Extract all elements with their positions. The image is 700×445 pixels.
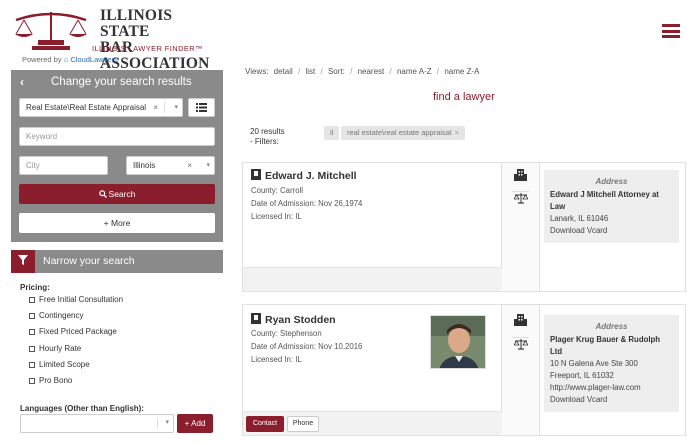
contact-button[interactable]: Contact <box>246 416 284 432</box>
lawyer-card: Edward J. Mitchell County: Carroll Date … <box>242 162 686 292</box>
pricing-checkbox[interactable]: Limited Scope <box>29 360 90 369</box>
lawyer-info: Edward J. Mitchell County: Carroll Date … <box>243 163 502 291</box>
filter-tag-state[interactable]: il <box>324 126 340 140</box>
pricing-checkbox[interactable]: Fixed Priced Package <box>29 327 117 336</box>
clear-state-icon[interactable]: × <box>187 157 192 174</box>
lawyer-admission: Date of Admission: Nov 10,2016 <box>251 342 363 351</box>
scales-icon[interactable] <box>512 191 529 207</box>
lawyer-info: Ryan Stodden County: Stephenson Date of … <box>243 305 502 435</box>
building-icon[interactable] <box>512 168 529 184</box>
search-panel-header: ‹ Change your search results <box>11 70 223 94</box>
languages-label: Languages (Other than English): <box>20 404 145 413</box>
logo-title: ILLINOIS STATE BAR ASSOCIATION <box>100 7 210 72</box>
sort-name-az-link[interactable]: name A-Z <box>397 67 432 76</box>
lawyer-photo[interactable] <box>430 315 486 369</box>
bookmark-icon[interactable] <box>251 313 261 324</box>
views-sort-toolbar: Views: detail / list / Sort: / nearest /… <box>245 67 480 76</box>
scales-logo-icon <box>15 12 87 50</box>
powered-by: Powered by ⌂ CloudLawyers <box>22 55 118 64</box>
city-input[interactable]: City <box>19 156 108 175</box>
filter-icon <box>11 250 35 273</box>
back-chevron-icon[interactable]: ‹ <box>20 70 24 94</box>
sort-nearest-link[interactable]: nearest <box>358 67 385 76</box>
more-button[interactable]: + More <box>19 213 215 233</box>
bookmark-icon[interactable] <box>251 169 261 180</box>
languages-select[interactable]: ▾ <box>20 414 174 433</box>
search-icon <box>98 190 107 198</box>
chevron-down-icon[interactable]: ▾ <box>174 99 178 116</box>
narrow-search-header[interactable]: Narrow your search <box>11 250 223 273</box>
lawyer-card: Ryan Stodden County: Stephenson Date of … <box>242 304 686 436</box>
building-icon[interactable] <box>512 313 529 329</box>
address-line: 10 N Galena Ave Ste 300 <box>550 359 638 368</box>
lawyer-name[interactable]: Ryan Stodden <box>251 313 336 326</box>
remove-filter-icon[interactable]: × <box>455 128 459 137</box>
search-panel-title: Change your search results <box>51 76 192 88</box>
list-icon <box>196 103 207 112</box>
pricing-checkbox[interactable]: Contingency <box>29 311 83 320</box>
website-link[interactable]: http://www.plager-law.com <box>550 382 673 394</box>
address-box: Address Edward J Mitchell Attorney at La… <box>544 170 679 243</box>
state-select[interactable]: Illinois × ▾ <box>126 156 215 175</box>
pricing-label: Pricing: <box>20 283 50 292</box>
firm-name: Edward J Mitchell Attorney at Law <box>550 190 659 211</box>
pricing-checkbox[interactable]: Hourly Rate <box>29 344 81 353</box>
lawyer-licensed: Licensed In: IL <box>251 212 302 221</box>
card-icon-column <box>502 305 540 435</box>
cloudlawyers-link[interactable]: ⌂ CloudLawyers <box>64 55 118 64</box>
search-button[interactable]: Search <box>19 184 215 204</box>
isba-logo[interactable]: ILLINOIS STATE BAR ASSOCIATION ILLINOIS … <box>12 6 222 72</box>
pricing-checkbox[interactable]: Pro Bono <box>29 376 72 385</box>
card-action-bar <box>243 267 502 291</box>
lawyer-name[interactable]: Edward J. Mitchell <box>251 169 357 182</box>
lawyer-county: County: Carroll <box>251 186 303 195</box>
add-language-button[interactable]: + Add <box>177 414 213 433</box>
page-title: find a lawyer <box>433 91 495 103</box>
chevron-down-icon[interactable]: ▾ <box>206 157 210 174</box>
narrow-search-title: Narrow your search <box>43 255 135 267</box>
category-select[interactable]: Real Estate\Real Estate Appraisal × ▾ <box>19 98 183 117</box>
card-icon-column <box>502 163 540 291</box>
address-line: Lanark, IL 61046 <box>550 214 609 223</box>
download-vcard-link[interactable]: Download Vcard <box>550 394 673 406</box>
lawyer-licensed: Licensed In: IL <box>251 355 302 364</box>
category-list-button[interactable] <box>188 98 215 117</box>
clear-category-icon[interactable]: × <box>153 99 158 116</box>
search-panel: ‹ Change your search results Real Estate… <box>11 70 223 242</box>
sort-name-za-link[interactable]: name Z-A <box>444 67 479 76</box>
keyword-input[interactable]: Keyword <box>19 127 215 146</box>
hamburger-menu-icon[interactable] <box>662 24 680 38</box>
view-list-link[interactable]: list <box>305 67 315 76</box>
category-value: Real Estate\Real Estate Appraisal <box>26 103 147 112</box>
results-summary: 20 results - Filters: <box>250 127 285 146</box>
state-value: Illinois <box>133 161 156 170</box>
address-box: Address Plager Krug Bauer & Rudolph Ltd … <box>544 315 679 412</box>
scales-icon[interactable] <box>512 337 529 353</box>
logo-subtitle: ILLINOIS LAWYER FINDER™ <box>92 44 204 53</box>
card-action-bar: Contact Phone <box>243 411 502 435</box>
lawyer-admission: Date of Admission: Nov 26,1974 <box>251 199 363 208</box>
download-vcard-link[interactable]: Download Vcard <box>550 225 673 237</box>
firm-name: Plager Krug Bauer & Rudolph Ltd <box>550 335 661 356</box>
view-detail-link[interactable]: detail <box>274 67 293 76</box>
pricing-checkbox[interactable]: Free Initial Consultation <box>29 295 123 304</box>
address-line: Freeport, IL 61032 <box>550 371 614 380</box>
lawyer-county: County: Stephenson <box>251 329 322 338</box>
site-header: ILLINOIS STATE BAR ASSOCIATION ILLINOIS … <box>0 0 700 72</box>
phone-button[interactable]: Phone <box>287 416 319 432</box>
filter-tag-category[interactable]: real estate\real estate appraisal × <box>341 126 466 140</box>
chevron-down-icon[interactable]: ▾ <box>165 418 169 426</box>
